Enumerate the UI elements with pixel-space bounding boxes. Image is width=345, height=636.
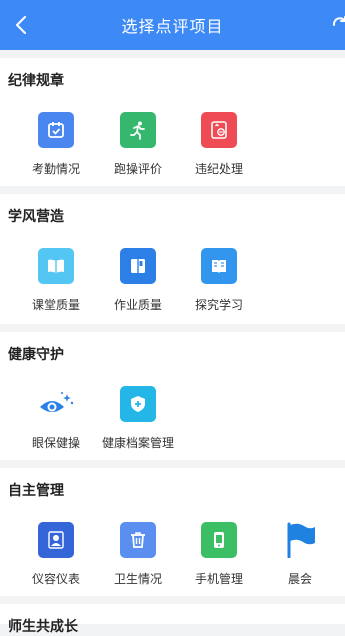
item-label: 作业质量 bbox=[113, 298, 162, 312]
refresh-button[interactable] bbox=[329, 14, 345, 36]
phone-icon bbox=[201, 522, 237, 558]
item-label: 晨会 bbox=[287, 572, 312, 586]
item-morning-run[interactable]: 跑操评价 bbox=[98, 108, 178, 188]
item-health-records[interactable]: 健康档案管理 bbox=[98, 382, 178, 462]
back-button[interactable] bbox=[10, 14, 32, 36]
item-appearance[interactable]: 仪容仪表 bbox=[16, 518, 96, 598]
flag-icon bbox=[282, 522, 318, 558]
person-portrait-icon bbox=[38, 522, 74, 558]
item-label: 眼保健操 bbox=[31, 436, 80, 450]
chevron-left-icon bbox=[16, 16, 26, 34]
book-icon bbox=[201, 248, 237, 284]
open-book-icon bbox=[38, 248, 74, 284]
item-label: 课堂质量 bbox=[31, 298, 80, 312]
item-label: 考勤情况 bbox=[31, 162, 80, 176]
notebook-icon bbox=[120, 248, 156, 284]
item-homework-quality[interactable]: 作业质量 bbox=[98, 244, 178, 324]
item-label: 健康档案管理 bbox=[101, 436, 174, 450]
item-label: 仪容仪表 bbox=[31, 572, 80, 586]
section-self-management: 自主管理 仪容仪表 卫生情况 手机管理 晨会 bbox=[0, 468, 345, 596]
section-title: 师生共成长 bbox=[8, 619, 78, 635]
section-title: 健康守护 bbox=[8, 347, 64, 363]
item-hygiene[interactable]: 卫生情况 bbox=[98, 518, 178, 598]
trash-can-icon bbox=[120, 522, 156, 558]
refresh-icon bbox=[332, 16, 345, 26]
violation-card-icon bbox=[201, 112, 237, 148]
section-discipline: 纪律规章 考勤情况 跑操评价 违纪处理 bbox=[0, 58, 345, 186]
section-title: 学风营造 bbox=[8, 209, 64, 225]
item-attendance[interactable]: 考勤情况 bbox=[16, 108, 96, 188]
section-title: 纪律规章 bbox=[8, 73, 64, 89]
item-label: 探究学习 bbox=[194, 298, 243, 312]
item-label: 跑操评价 bbox=[113, 162, 162, 176]
item-phone-management[interactable]: 手机管理 bbox=[179, 518, 259, 598]
item-label: 违纪处理 bbox=[194, 162, 243, 176]
calendar-check-icon bbox=[38, 112, 74, 148]
runner-icon bbox=[120, 112, 156, 148]
item-violation[interactable]: 违纪处理 bbox=[179, 108, 259, 188]
item-eye-exercise[interactable]: 眼保健操 bbox=[16, 382, 96, 462]
eye-sparkle-icon bbox=[38, 386, 74, 422]
item-label: 卫生情况 bbox=[113, 572, 162, 586]
item-label: 手机管理 bbox=[194, 572, 243, 586]
section-title: 自主管理 bbox=[8, 483, 64, 499]
section-growth: 师生共成长 bbox=[0, 604, 345, 635]
header-bar: 选择点评项目 bbox=[0, 0, 345, 50]
item-class-quality[interactable]: 课堂质量 bbox=[16, 244, 96, 324]
item-inquiry-learning[interactable]: 探究学习 bbox=[179, 244, 259, 324]
item-morning-meeting[interactable]: 晨会 bbox=[260, 518, 340, 598]
section-study-style: 学风营造 课堂质量 作业质量 探究学习 bbox=[0, 194, 345, 324]
shield-plus-icon bbox=[120, 386, 156, 422]
section-health: 健康守护 眼保健操 健康档案管理 bbox=[0, 332, 345, 460]
page-title: 选择点评项目 bbox=[121, 17, 224, 36]
